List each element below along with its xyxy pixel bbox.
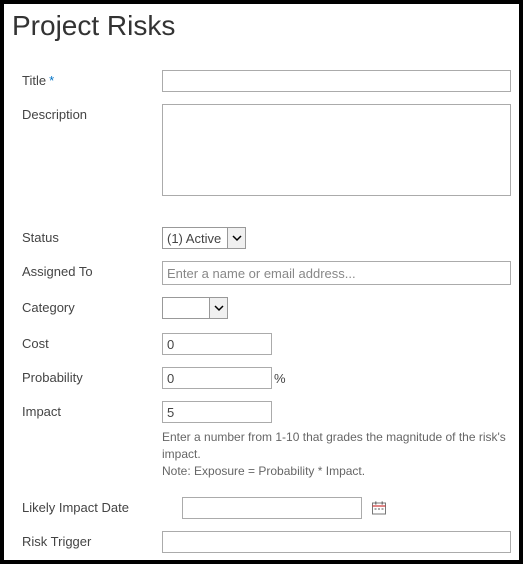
probability-input[interactable]	[162, 367, 272, 389]
row-risk-trigger: Risk Trigger	[22, 531, 511, 553]
chevron-down-icon[interactable]	[227, 228, 245, 248]
date-field	[182, 497, 388, 519]
label-risk-trigger: Risk Trigger	[22, 531, 162, 549]
row-likely-impact-date: Likely Impact Date	[22, 497, 511, 519]
label-impact: Impact	[22, 401, 162, 419]
row-impact: Impact Enter a number from 1-10 that gra…	[22, 401, 511, 479]
project-risks-form: Project Risks Title* Description Status …	[0, 0, 523, 564]
row-status: Status (1) Active	[22, 227, 511, 249]
chevron-down-icon[interactable]	[209, 298, 227, 318]
cost-input[interactable]	[162, 333, 272, 355]
label-title: Title*	[22, 70, 162, 88]
calendar-icon[interactable]	[370, 499, 388, 517]
row-description: Description	[22, 104, 511, 199]
label-cost: Cost	[22, 333, 162, 351]
row-assigned-to: Assigned To	[22, 261, 511, 285]
row-category: Category	[22, 297, 511, 321]
label-status: Status	[22, 227, 162, 245]
page-title: Project Risks	[12, 10, 519, 42]
label-assigned-to: Assigned To	[22, 261, 162, 279]
category-select-value	[163, 298, 209, 318]
title-input[interactable]	[162, 70, 511, 92]
label-description: Description	[22, 104, 162, 122]
required-marker: *	[49, 73, 54, 88]
row-title: Title*	[22, 70, 511, 92]
assigned-to-input[interactable]	[162, 261, 511, 285]
label-title-text: Title	[22, 73, 46, 88]
label-likely-impact-date: Likely Impact Date	[22, 497, 182, 515]
status-select[interactable]: (1) Active	[162, 227, 246, 249]
status-select-value: (1) Active	[163, 228, 227, 248]
row-cost: Cost	[22, 333, 511, 355]
probability-unit: %	[274, 371, 286, 386]
form-body: Title* Description Status (1) Active	[4, 70, 519, 553]
likely-impact-date-input[interactable]	[182, 497, 362, 519]
description-textarea[interactable]	[162, 104, 511, 196]
category-select[interactable]	[162, 297, 228, 319]
row-probability: Probability %	[22, 367, 511, 389]
impact-input[interactable]	[162, 401, 272, 423]
label-category: Category	[22, 297, 162, 315]
risk-trigger-input[interactable]	[162, 531, 511, 553]
impact-helper-line1: Enter a number from 1-10 that grades the…	[162, 429, 511, 463]
label-probability: Probability	[22, 367, 162, 385]
impact-helper: Enter a number from 1-10 that grades the…	[162, 429, 511, 479]
impact-helper-line2: Note: Exposure = Probability * Impact.	[162, 463, 511, 480]
